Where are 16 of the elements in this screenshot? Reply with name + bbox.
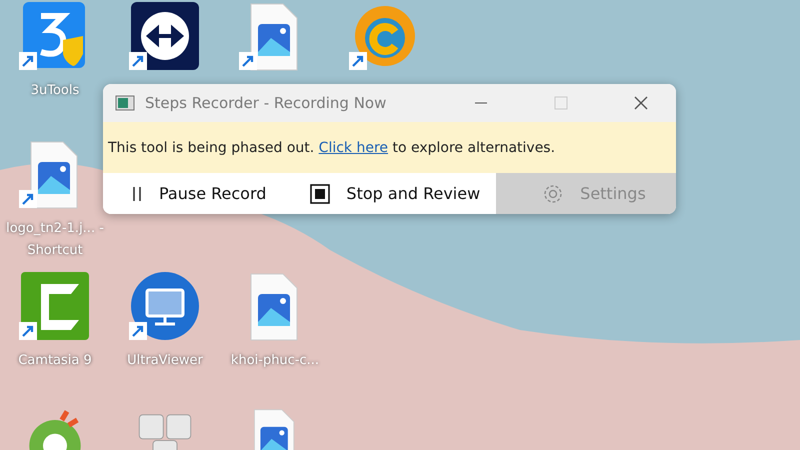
desktop-icon-label: khoi-phuc-c...: [230, 352, 320, 370]
bracket-app-icon[interactable]: [19, 272, 91, 342]
desktop-icon-label: logo_tn2-1.j... - Shortcut: [5, 220, 105, 260]
alternatives-link[interactable]: Click here: [318, 140, 388, 156]
double-arrow-app-icon[interactable]: [129, 2, 201, 72]
deprecation-message: This tool is being phased out. Click here to explore alternatives.: [108, 140, 556, 156]
pause-button[interactable]: Pause Record: [103, 173, 282, 214]
desktop-icon-label: 3uTools: [30, 82, 80, 100]
app-icon: [115, 95, 135, 111]
settings-icon: [542, 182, 564, 204]
stop-icon: [310, 184, 330, 204]
desktop-icon-label: UltraViewer: [126, 352, 204, 370]
desktop-icon-label: Camtasia 9: [17, 352, 93, 370]
window-title: Steps Recorder - Recording Now: [145, 94, 388, 112]
pause-icon: [131, 184, 143, 202]
monitor-app-icon[interactable]: [129, 272, 201, 342]
